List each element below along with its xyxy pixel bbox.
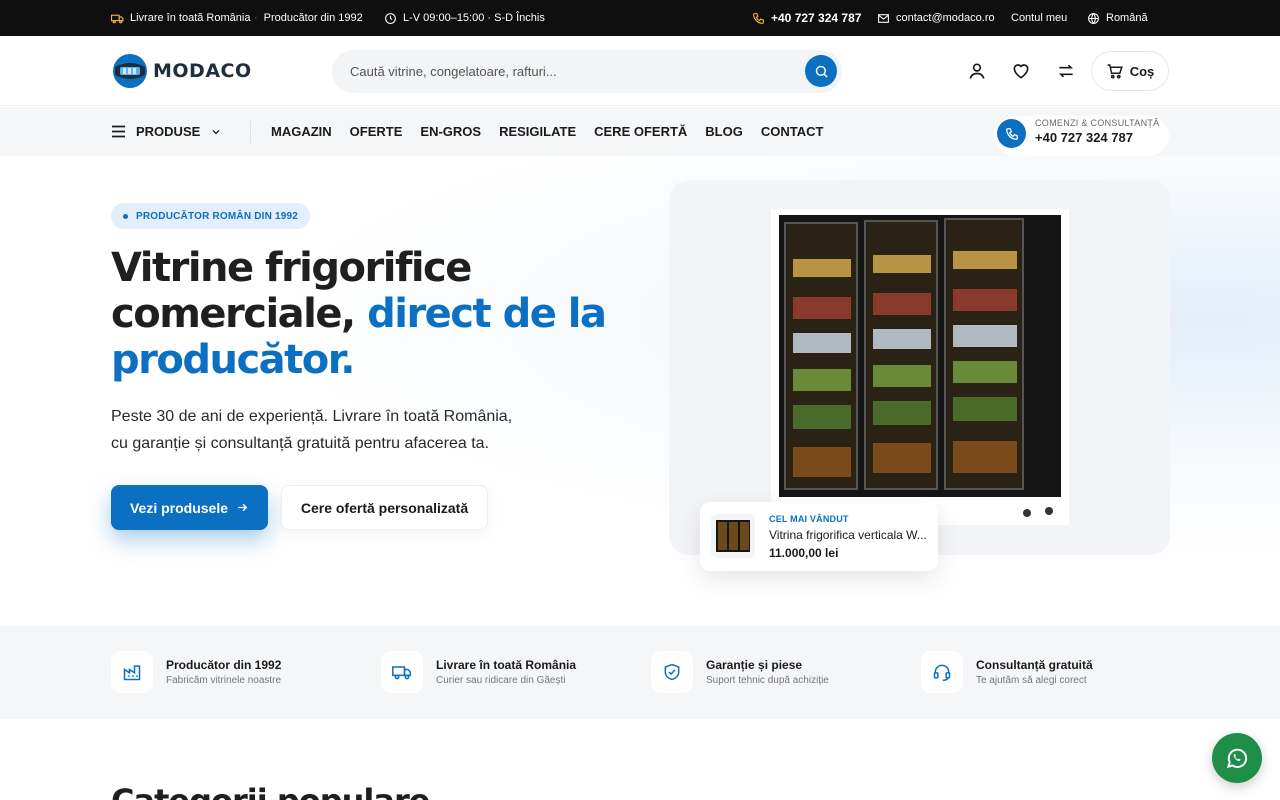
topbar-email[interactable]: contact@modaco.ro [877,0,995,36]
whatsapp-icon [1226,748,1248,769]
main-nav: PRODUSE MAGAZIN OFERTE EN-GROS RESIGILAT… [0,107,1280,156]
email-text: contact@modaco.ro [896,12,995,24]
refrigerated-display-image [779,215,1061,517]
heart-icon [1013,64,1029,79]
product-thumbnail-image [716,520,750,552]
feature-icon-wrap [381,651,423,693]
nav-divider [250,121,251,143]
nav-link-resigilate[interactable]: RESIGILATE [499,124,576,139]
nav-links: MAGAZIN OFERTE EN-GROS RESIGILATE CERE O… [271,107,823,156]
hero-title-accent2: producător. [111,337,355,383]
feature-icon-wrap [111,651,153,693]
cart-button[interactable]: Coș [1091,51,1169,91]
language-selector[interactable]: Română [1087,0,1148,36]
account-text: Contul meu [1011,12,1068,24]
feature-subtitle: Fabricăm vitrinele noastre [166,675,282,686]
feature-subtitle: Curier sau ridicare din Găești [436,675,566,686]
truck-icon [111,14,124,23]
globe-icon [1088,12,1099,24]
topbar-delivery: Livrare în toată România [111,0,250,36]
search-icon [815,65,828,78]
hero-subtitle-line2: cu garanție și consultanță gratuită pent… [111,435,490,452]
top-bar: Livrare în toată România · Producător di… [0,0,1280,36]
features-strip: Producător din 1992 Fabricăm vitrinele n… [0,626,1280,719]
hero-title-line2: comerciale, [111,291,368,337]
topbar-hours: L-V 09:00–15:00 · S-D Închis [384,0,545,36]
chevron-down-icon [212,129,220,134]
topbar-producer: · Producător din 1992 [254,0,363,36]
search-input[interactable] [350,50,790,93]
logo[interactable]: MODACO [111,53,252,89]
hamburger-icon [112,125,125,138]
compare-icon [1058,64,1074,78]
feature-title: Consultanță gratuită [976,658,1093,672]
mail-icon [878,13,889,23]
feature-title: Livrare în toată România [436,658,577,672]
nav-link-cere-oferta[interactable]: CERE OFERTĂ [594,124,687,139]
hero-title-accent1: direct de la [367,291,607,337]
nav-link-magazin[interactable]: MAGAZIN [271,124,332,139]
account-button[interactable] [966,60,988,82]
headset-icon [933,664,951,682]
bestseller-card[interactable]: CEL MAI VÂNDUT Vitrina frigorifica verti… [700,502,938,571]
nav-link-en-gros[interactable]: EN-GROS [420,124,481,139]
whatsapp-button[interactable] [1212,733,1262,783]
phone-text: +40 727 324 787 [771,11,862,25]
compare-button[interactable] [1055,60,1077,82]
logo-icon [113,54,147,88]
truck-icon [392,666,412,680]
request-offer-button[interactable]: Cere ofertă personalizată [281,485,488,530]
search-button[interactable] [805,55,837,87]
logo-text: MODACO [153,60,252,82]
view-products-button[interactable]: Vezi produsele [111,485,268,530]
nav-link-contact[interactable]: CONTACT [761,124,824,139]
bestseller-price: 11.000,00 lei [769,546,839,560]
producer-text: Producător din 1992 [263,12,363,24]
hero-title: Vitrine frigorifice comerciale, direct d… [111,245,651,383]
feature-icon-wrap [921,651,963,693]
cart-label: Coș [1129,63,1155,79]
products-label: PRODUSE [136,124,201,139]
header: MODACO Coș [0,36,1280,106]
shield-check-icon [664,663,680,681]
phone-icon [1005,127,1018,140]
feature-subtitle: Suport tehnic după achiziție [706,675,829,686]
clock-icon [385,12,396,24]
nav-link-oferte[interactable]: OFERTE [350,124,403,139]
feature-icon-wrap [651,651,693,693]
phone-badge [997,119,1026,148]
search-bar [332,50,842,93]
bestseller-product-name: Vitrina frigorifica verticala W... [769,528,927,542]
view-products-label: Vezi produsele [129,499,229,516]
delivery-text: Livrare în toată România [130,12,251,24]
separator-dot: · [254,12,258,24]
user-icon [969,63,985,79]
topbar-phone[interactable]: +40 727 324 787 [752,0,861,36]
product-image[interactable] [771,209,1069,525]
bestseller-label: CEL MAI VÂNDUT [769,514,849,524]
request-offer-label: Cere ofertă personalizată [300,499,469,516]
bestseller-thumbnail [711,514,755,558]
feature-title: Producător din 1992 [166,658,282,672]
factory-icon [123,665,141,681]
products-menu-button[interactable]: PRODUSE [111,107,222,156]
wishlist-button[interactable] [1010,60,1032,82]
hero-subtitle: Peste 30 de ani de experiență. Livrare î… [111,403,551,457]
language-text: Română [1106,12,1148,24]
phone-icon [753,12,764,24]
hero-badge: PRODUCĂTOR ROMÂN DIN 1992 [111,203,311,229]
cart-icon [1107,64,1123,79]
hours-text: L-V 09:00–15:00 · S-D Închis [403,12,545,24]
feature-subtitle: Te ajutăm să alegi corect [976,675,1087,686]
section-title: Categorii populare [111,782,430,800]
nav-link-blog[interactable]: BLOG [705,124,743,139]
nav-phone-contact[interactable]: COMENZI & CONSULTANȚĂ +40 727 324 787 [994,116,1169,156]
arrow-right-icon [238,503,248,512]
phone-label: COMENZI & CONSULTANȚĂ [1035,118,1160,128]
hero-title-line1: Vitrine frigorifice [111,245,472,291]
account-link[interactable]: Contul meu [1011,0,1067,36]
hero-subtitle-line1: Peste 30 de ani de experiență. Livrare î… [111,408,513,425]
feature-title: Garanție și piese [706,658,803,672]
phone-number: +40 727 324 787 [1035,130,1133,145]
